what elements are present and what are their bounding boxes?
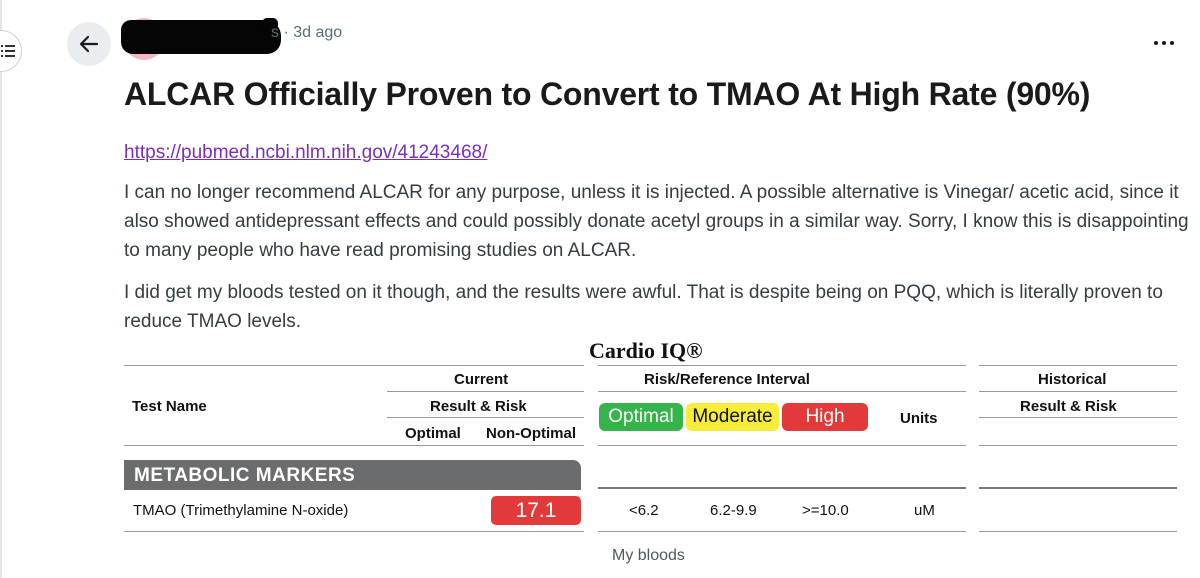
section-header: METABOLIC MARKERS: [124, 460, 581, 490]
post-age: 3d ago: [293, 24, 343, 41]
more-horizontal-icon: [1162, 41, 1166, 45]
meta-separator: ·: [283, 24, 289, 41]
image-caption: My bloods: [612, 547, 685, 564]
lab-report-image[interactable]: Cardio IQ® Current Result & Risk Test Na…: [124, 336, 1180, 548]
more-horizontal-icon: [1154, 41, 1158, 45]
unit-cell: uM: [914, 502, 935, 519]
header-non-optimal: Non-Optimal: [486, 425, 576, 442]
legend-optimal: Optimal: [599, 403, 683, 431]
table-rule: [979, 531, 1177, 532]
header-historical: Historical: [1038, 371, 1107, 388]
table-rule: [979, 417, 1177, 418]
header-test-name: Test Name: [132, 398, 207, 415]
table-rule: [387, 391, 584, 392]
table-rule: [387, 417, 584, 418]
pubmed-link[interactable]: https://pubmed.ncbi.nlm.nih.gov/41243468…: [124, 142, 487, 164]
range-high: >=10.0: [802, 502, 849, 519]
table-rule: [979, 391, 1177, 392]
left-divider: [0, 0, 2, 578]
post-meta: s · 3d ago: [271, 24, 342, 42]
header-current: Current: [454, 371, 509, 388]
table-rule: [598, 531, 966, 532]
back-button[interactable]: [67, 22, 111, 66]
result-value: 17.1: [491, 496, 581, 525]
test-name-cell: TMAO (Trimethylamine N-oxide): [133, 502, 349, 519]
arrow-left-icon: [79, 35, 99, 53]
post-paragraph: I can no longer recommend ALCAR for any …: [124, 182, 1189, 261]
table-rule: [598, 487, 966, 489]
menu-icon: [1, 45, 15, 57]
table-rule: [598, 391, 966, 392]
more-horizontal-icon: [1170, 41, 1174, 45]
table-rule: [387, 365, 584, 366]
more-options-button[interactable]: [1152, 32, 1178, 54]
post-paragraph: I did get my bloods tested on it though,…: [124, 282, 1163, 332]
header-risk-interval: Risk/Reference Interval: [644, 371, 810, 388]
table-rule: [598, 365, 966, 366]
menu-button[interactable]: [0, 30, 22, 72]
author-name[interactable]: s: [271, 24, 279, 41]
table-rule: [598, 445, 966, 446]
table-rule: [124, 445, 584, 446]
legend-high: High: [782, 403, 868, 431]
redaction-mark: [121, 20, 281, 54]
table-rule: [979, 445, 1177, 446]
range-moderate: 6.2-9.9: [710, 502, 757, 519]
legend-moderate: Moderate: [686, 403, 779, 431]
table-rule: [124, 531, 584, 532]
range-optimal: <6.2: [629, 502, 659, 519]
post-title: ALCAR Officially Proven to Convert to TM…: [124, 76, 1091, 112]
table-rule: [124, 365, 387, 366]
header-units: Units: [900, 410, 938, 427]
header-historical-result-risk: Result & Risk: [1020, 398, 1117, 415]
header-optimal: Optimal: [405, 425, 461, 442]
header-result-risk: Result & Risk: [430, 398, 527, 415]
table-rule: [979, 365, 1177, 366]
table-rule: [979, 487, 1177, 489]
report-title: Cardio IQ®: [589, 338, 703, 363]
